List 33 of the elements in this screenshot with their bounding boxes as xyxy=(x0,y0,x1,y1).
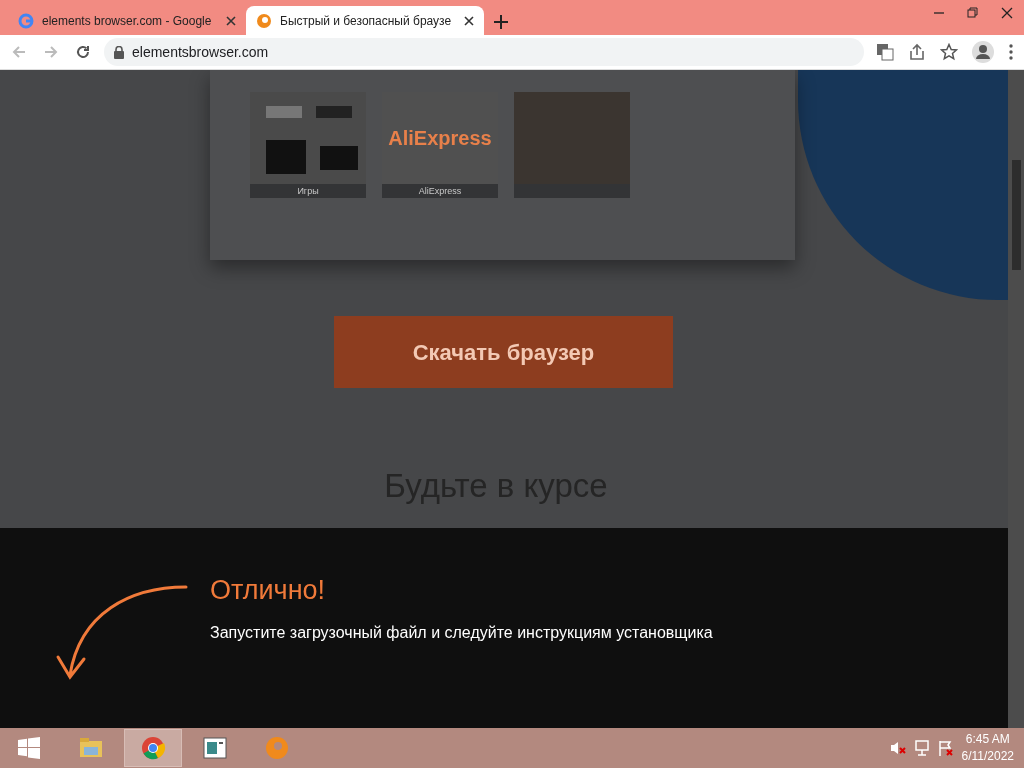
volume-muted-icon[interactable] xyxy=(889,740,906,756)
clock-date: 6/11/2022 xyxy=(961,748,1014,765)
flag-icon[interactable] xyxy=(937,740,954,756)
translate-icon[interactable] xyxy=(874,41,896,63)
star-icon[interactable] xyxy=(938,41,960,63)
windows-logo-icon xyxy=(17,736,41,760)
window-icon xyxy=(202,735,228,761)
profile-icon[interactable] xyxy=(970,39,996,65)
scrollbar[interactable] xyxy=(1008,70,1024,728)
notice-message: Запустите загрузочный файл и следуйте инструкциям установщика xyxy=(210,623,713,643)
network-icon[interactable] xyxy=(913,740,930,756)
new-tab-button[interactable] xyxy=(492,13,510,31)
browser-tab[interactable]: elements browser.com - Google xyxy=(8,6,246,35)
url-text: elementsbrowser.com xyxy=(132,42,269,62)
tab-title: Быстрый и безопасный браузе xyxy=(280,12,453,30)
browser-tab[interactable]: Быстрый и безопасный браузе xyxy=(246,6,484,35)
google-favicon-icon xyxy=(18,12,34,29)
notice-title: Отлично! xyxy=(210,574,326,607)
tab-title: elements browser.com - Google xyxy=(42,12,213,30)
close-icon[interactable] xyxy=(226,15,236,26)
flame-favicon-icon xyxy=(256,12,272,29)
download-button[interactable]: Скачать браузер xyxy=(334,316,673,388)
reload-icon xyxy=(74,43,92,61)
close-icon[interactable] xyxy=(464,15,474,26)
elements-logo-icon xyxy=(264,735,290,761)
menu-icon[interactable] xyxy=(1006,41,1016,63)
clock-time: 6:45 AM xyxy=(964,731,1011,748)
tile-caption: AliExpress xyxy=(382,184,498,198)
chrome-icon xyxy=(140,735,166,761)
address-bar[interactable]: elementsbrowser.com xyxy=(104,38,864,66)
lock-icon xyxy=(114,45,124,59)
tile-caption: Игры xyxy=(250,184,366,198)
aliexpress-logo: AliExpress xyxy=(388,126,492,151)
